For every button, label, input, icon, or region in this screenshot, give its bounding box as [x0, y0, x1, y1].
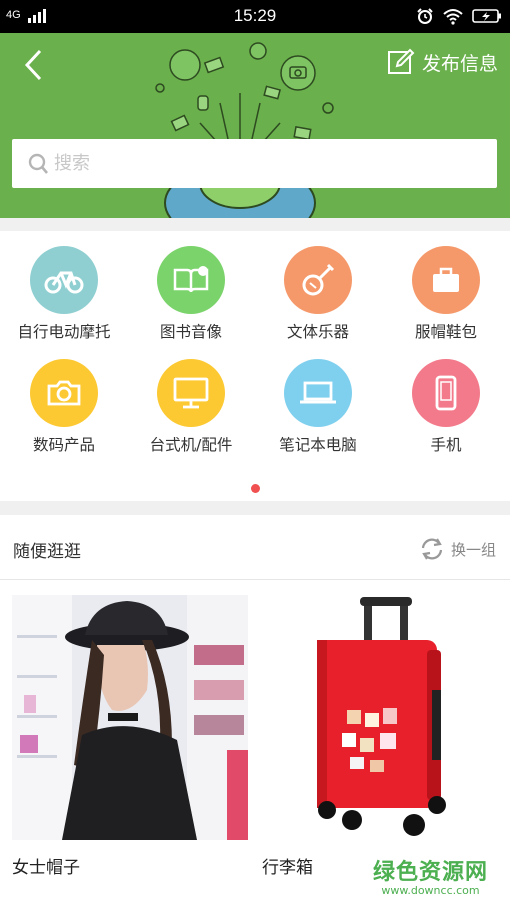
watermark-title: 绿色资源网 [372, 860, 488, 885]
refresh-button[interactable]: 换一组 [419, 537, 496, 561]
status-bar: 4G 15:29 [0, 0, 510, 33]
refresh-icon [421, 538, 443, 560]
section-header: 随便逛逛 换一组 [0, 515, 510, 580]
category-laptop[interactable]: 笔记本电脑 [254, 359, 382, 455]
banner: 发布信息 [0, 33, 510, 218]
search-icon [28, 153, 48, 174]
category-desktop[interactable]: 台式机/配件 [127, 359, 255, 455]
refresh-label: 换一组 [450, 540, 496, 559]
battery-icon [472, 9, 501, 23]
page-indicator-dot[interactable] [251, 484, 260, 493]
monitor-icon [173, 377, 209, 409]
laptop-icon [300, 381, 336, 404]
divider [0, 501, 510, 515]
category-label: 手机 [430, 436, 462, 454]
product-card[interactable]: 行李箱 [262, 595, 498, 878]
publish-button[interactable]: 发布信息 [386, 47, 498, 77]
category-label: 笔记本电脑 [279, 436, 357, 454]
search-input[interactable] [52, 152, 476, 175]
chevron-left-icon [24, 49, 42, 81]
section-title: 随便逛逛 [13, 542, 81, 562]
bicycle-icon [44, 271, 84, 294]
camera-icon [47, 380, 81, 406]
product-card[interactable]: 女士帽子 [12, 595, 248, 878]
product-name: 女士帽子 [12, 858, 80, 878]
alarm-icon [417, 8, 433, 24]
product-image [262, 595, 498, 840]
category-grid: 自行电动摩托 图书音像 文体乐器 服帽鞋包 数码产品 台式机/配件 笔记本电脑 … [0, 231, 510, 501]
search-bar[interactable] [12, 139, 497, 188]
category-label: 台式机/配件 [149, 436, 233, 454]
category-bicycle[interactable]: 自行电动摩托 [0, 246, 128, 342]
briefcase-icon [433, 267, 459, 292]
watermark: 绿色资源网 www.downcc.com [373, 854, 488, 897]
watermark-url: www.downcc.com [381, 884, 480, 897]
product-image [12, 595, 248, 840]
back-button[interactable] [18, 47, 50, 83]
category-clothing[interactable]: 服帽鞋包 [382, 246, 510, 342]
category-label: 图书音像 [159, 323, 222, 341]
phone-icon [435, 375, 457, 411]
category-instruments[interactable]: 文体乐器 [254, 246, 382, 342]
category-digital[interactable]: 数码产品 [0, 359, 128, 455]
wifi-icon [443, 9, 463, 25]
book-icon [173, 266, 209, 293]
category-label: 数码产品 [32, 436, 95, 454]
banner-illustration [155, 42, 334, 218]
category-label: 文体乐器 [286, 323, 349, 341]
divider [0, 218, 510, 231]
category-label: 自行电动摩托 [17, 323, 111, 341]
edit-icon [387, 48, 415, 74]
category-books[interactable]: 图书音像 [127, 246, 255, 342]
category-phone[interactable]: 手机 [382, 359, 510, 455]
instrument-icon [302, 263, 335, 296]
publish-label: 发布信息 [421, 52, 498, 75]
category-label: 服帽鞋包 [414, 323, 477, 341]
